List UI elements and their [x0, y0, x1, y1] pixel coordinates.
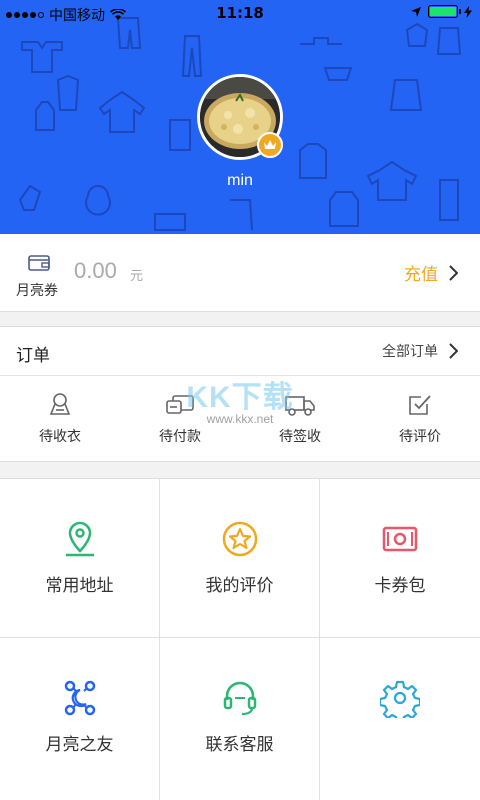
crown-icon [264, 140, 276, 149]
grid-label-friends: 月亮之友 [45, 735, 114, 755]
all-orders-label: 全部订单 [382, 344, 438, 360]
grid-item-my-reviews[interactable]: 我的评价 [160, 479, 320, 638]
chevron-right-icon [449, 343, 458, 359]
order-delivery-label: 待签收 [279, 429, 321, 445]
location-arrow-icon [411, 6, 421, 17]
settings-gear-icon [380, 680, 420, 718]
status-time: 11:18 [216, 4, 264, 22]
feature-grid: 常用地址 我的评价 卡券包 月亮之友 联系客服 [0, 478, 480, 800]
grid-item-friends[interactable]: 月亮之友 [0, 638, 160, 800]
grid-item-coupons[interactable]: 卡券包 [320, 479, 480, 638]
wallet-label: 月亮券 [16, 283, 58, 299]
orders-section: 订单 全部订单 待收衣 待付款 待签收 待评价 [0, 326, 480, 462]
chevron-right-icon [449, 264, 458, 281]
review-check-icon [409, 395, 431, 415]
pickup-icon [49, 393, 71, 415]
order-review-label: 待评价 [399, 429, 441, 445]
grid-label-my-reviews: 我的评价 [205, 576, 274, 596]
orders-header: 订单 全部订单 [0, 327, 480, 376]
order-review[interactable]: 待评价 [360, 376, 480, 462]
grid-item-settings[interactable] [320, 638, 480, 800]
grid-label-address: 常用地址 [45, 576, 114, 596]
wallet-icon [28, 255, 50, 271]
all-orders-link[interactable]: 全部订单 [382, 341, 458, 361]
headset-icon [223, 681, 256, 716]
grid-item-customer-service[interactable]: 联系客服 [160, 638, 320, 800]
charging-bolt-icon [464, 5, 472, 18]
recharge-label: 充值 [404, 265, 438, 285]
star-circle-icon [222, 521, 257, 557]
order-payment-label: 待付款 [159, 429, 201, 445]
network-icon [64, 680, 95, 716]
wallet-amount: 0.00 [74, 258, 117, 283]
delivery-truck-icon [285, 396, 315, 416]
grid-item-address[interactable]: 常用地址 [0, 479, 160, 638]
username: min [227, 172, 253, 189]
grid-label-customer-service: 联系客服 [205, 735, 274, 755]
order-payment[interactable]: 待付款 [120, 376, 240, 462]
orders-title: 订单 [16, 346, 50, 366]
cash-ticket-icon [382, 526, 418, 552]
recharge-button[interactable]: 充值 [404, 260, 458, 285]
order-pickup-label: 待收衣 [39, 429, 81, 445]
order-pickup[interactable]: 待收衣 [0, 376, 120, 462]
status-bar: 中国移动 11:18 [0, 0, 480, 28]
vip-crown-badge [257, 132, 283, 158]
wallet-unit: 元 [130, 269, 144, 284]
grid-label-coupons: 卡券包 [374, 576, 426, 596]
wallet-row: 月亮券 0.00 元 充值 [0, 234, 480, 312]
battery-icon [428, 5, 461, 18]
order-delivery[interactable]: 待签收 [240, 376, 360, 462]
profile-header: 中国移动 11:18 min [0, 0, 480, 234]
location-pin-icon [65, 521, 94, 557]
payment-icon [166, 395, 194, 414]
